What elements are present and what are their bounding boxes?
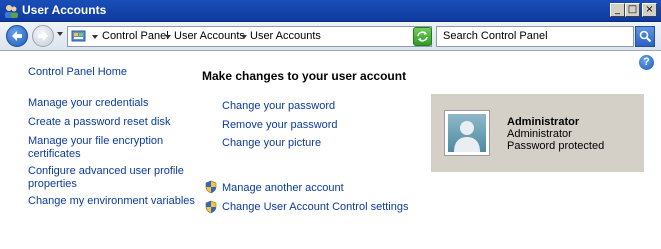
sidebar-link-manage-credentials[interactable]: Manage your credentials xyxy=(28,97,148,110)
window-title: User Accounts xyxy=(22,3,107,17)
content-area: ? Control Panel Home Manage your credent… xyxy=(0,51,661,249)
uac-settings-link[interactable]: Change User Account Control settings xyxy=(222,201,409,213)
back-arrow-icon xyxy=(12,31,22,41)
maximize-button[interactable]: □ xyxy=(625,3,640,17)
back-button[interactable] xyxy=(6,25,28,47)
refresh-icon xyxy=(417,31,428,42)
account-name: Administrator xyxy=(507,116,580,128)
title-bar: User Accounts _ □ × xyxy=(0,0,661,22)
remove-password-link[interactable]: Remove your password xyxy=(222,119,338,131)
sidebar-link-file-encryption[interactable]: Manage your file encryption certificates xyxy=(28,135,188,161)
user-picture[interactable] xyxy=(444,110,490,156)
forward-arrow-icon xyxy=(38,31,48,41)
refresh-button[interactable] xyxy=(413,27,432,46)
account-card: Administrator Administrator Password pro… xyxy=(431,94,644,172)
user-accounts-icon xyxy=(5,5,18,18)
search-input[interactable]: Search Control Panel xyxy=(436,26,634,47)
sidebar-link-advanced-profile[interactable]: Configure advanced user profile properti… xyxy=(28,165,188,191)
breadcrumb-separator[interactable] xyxy=(165,35,171,39)
breadcrumb-separator[interactable] xyxy=(92,35,98,39)
sidebar-link-environment-variables[interactable]: Change my environment variables xyxy=(28,195,195,208)
page-heading: Make changes to your user account xyxy=(202,69,407,83)
uac-shield-icon xyxy=(205,200,217,214)
breadcrumb-control-panel[interactable]: Control Panel xyxy=(102,30,169,42)
close-button[interactable]: × xyxy=(642,3,657,17)
forward-button[interactable] xyxy=(32,25,54,47)
uac-shield-icon xyxy=(205,180,217,194)
change-picture-link[interactable]: Change your picture xyxy=(222,137,321,149)
sidebar-link-password-reset-disk[interactable]: Create a password reset disk xyxy=(28,116,170,129)
minimize-button[interactable]: _ xyxy=(610,3,625,17)
breadcrumb-user-accounts-current[interactable]: User Accounts xyxy=(250,30,321,42)
sidebar-link-control-panel-home[interactable]: Control Panel Home xyxy=(28,66,127,79)
user-avatar-icon xyxy=(454,121,480,152)
navigation-bar: Control Panel User Accounts User Account… xyxy=(0,22,661,51)
account-status: Password protected xyxy=(507,140,605,152)
search-button[interactable] xyxy=(635,26,655,47)
breadcrumb-user-accounts[interactable]: User Accounts xyxy=(174,30,245,42)
help-icon[interactable]: ? xyxy=(639,55,654,70)
recent-pages-dropdown[interactable] xyxy=(57,32,63,36)
address-bar[interactable]: Control Panel User Accounts User Account… xyxy=(67,26,432,47)
account-role: Administrator xyxy=(507,128,572,140)
breadcrumb-separator[interactable] xyxy=(241,35,247,39)
change-password-link[interactable]: Change your password xyxy=(222,100,335,112)
search-icon xyxy=(639,30,652,43)
control-panel-icon xyxy=(71,30,86,42)
manage-another-account-link[interactable]: Manage another account xyxy=(222,182,344,194)
